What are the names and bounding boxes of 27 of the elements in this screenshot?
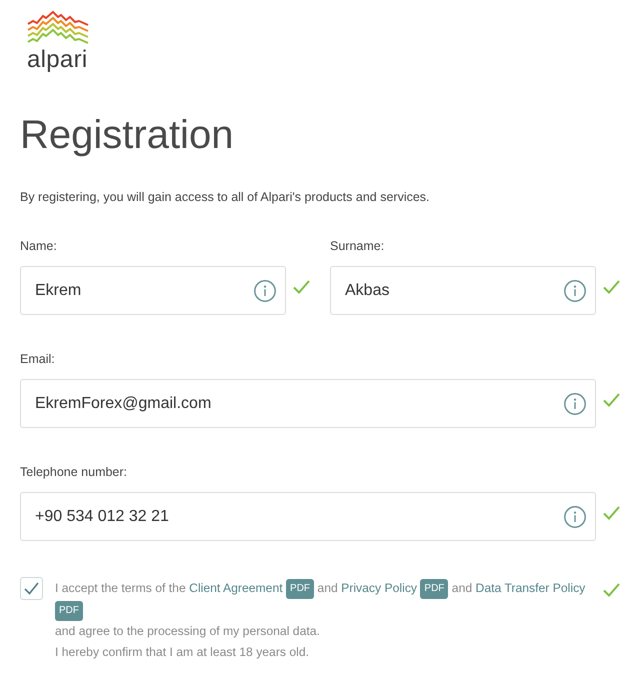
info-icon[interactable] (254, 280, 276, 302)
pdf-badge[interactable]: PDF (286, 579, 314, 599)
field-label: Name: (20, 238, 57, 254)
document-link[interactable]: Privacy Policy (341, 581, 418, 595)
pdf-badge[interactable]: PDF (55, 601, 83, 621)
logo-waves-icon (27, 10, 89, 44)
text-field[interactable]: Ekrem (20, 266, 286, 315)
field-label: Surname: (330, 238, 384, 254)
text-field[interactable]: EkremForex@gmail.com (20, 379, 596, 428)
intro-text: By registering, you will gain access to all of Alpari's products and services. (20, 189, 430, 205)
info-icon[interactable] (564, 392, 586, 414)
checkbox[interactable] (20, 577, 43, 600)
page-title: Registration (20, 112, 234, 159)
info-icon[interactable] (564, 280, 586, 302)
field-label: Email: (20, 351, 55, 367)
document-link[interactable]: Data Transfer Policy (476, 581, 586, 595)
checkmark-icon (24, 582, 39, 595)
text-field[interactable]: Akbas (330, 266, 596, 315)
document-link[interactable]: Client Agreement (189, 581, 283, 595)
consent-text: I accept the terms of the Client Agreement PDF and Privacy Policy PDF and Data Transfer Policy PDF (55, 577, 595, 621)
logo-text: alpari (27, 46, 88, 74)
field-label: Telephone number: (20, 464, 128, 480)
consent-line: I hereby confirm that I am at least 18 years old. (55, 644, 310, 661)
info-icon[interactable] (564, 506, 586, 528)
pdf-badge[interactable]: PDF (420, 579, 448, 599)
text-field[interactable]: +90 534 012 32 21 (20, 492, 596, 541)
consent-line: and agree to the processing of my personal data. (55, 623, 321, 640)
